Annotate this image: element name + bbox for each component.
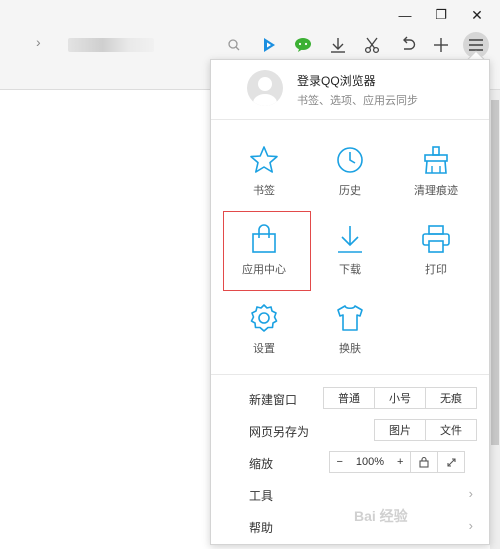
expand-icon bbox=[446, 457, 456, 467]
menu-item-label: 换肤 bbox=[339, 343, 361, 355]
toolbar: › bbox=[0, 30, 500, 60]
video-play-icon[interactable] bbox=[257, 33, 281, 57]
download-icon[interactable] bbox=[326, 33, 350, 57]
menu-item-bookmarks[interactable]: 书签 bbox=[221, 134, 307, 210]
save-page-label: 网页另存为 bbox=[249, 425, 310, 439]
address-chevron-icon[interactable]: › bbox=[36, 34, 41, 50]
minimize-button[interactable]: — bbox=[394, 4, 416, 26]
scrollbar-thumb[interactable] bbox=[491, 100, 499, 445]
menu-item-label: 历史 bbox=[339, 185, 361, 197]
lock-icon bbox=[419, 456, 429, 468]
menu-item-help[interactable]: 帮助 › bbox=[211, 511, 489, 543]
new-tab-plus-icon[interactable] bbox=[429, 33, 453, 57]
menu-item-settings[interactable]: 设置 bbox=[221, 292, 307, 368]
watermark: Bai 经验 bbox=[354, 508, 408, 524]
menu-item-downloads[interactable]: 下载 bbox=[307, 213, 393, 289]
printer-icon bbox=[422, 225, 450, 253]
save-as-image-button[interactable]: 图片 bbox=[374, 419, 426, 441]
wechat-icon[interactable] bbox=[291, 33, 315, 57]
menu-item-skin[interactable]: 换肤 bbox=[307, 292, 393, 368]
new-window-options: 普通 小号 无痕 bbox=[323, 387, 477, 409]
zoom-out-button[interactable]: − bbox=[336, 456, 342, 468]
zoom-row: 缩放 − 100% + bbox=[211, 447, 489, 479]
zoom-value: 100% bbox=[355, 456, 385, 468]
title-bar: — ❐ ✕ bbox=[0, 0, 500, 30]
new-window-incognito-button[interactable]: 无痕 bbox=[425, 387, 477, 409]
menu-divider bbox=[211, 374, 489, 375]
new-window-label: 新建窗口 bbox=[249, 393, 298, 407]
new-window-small-button[interactable]: 小号 bbox=[374, 387, 426, 409]
login-subtitle: 书签、选项、应用云同步 bbox=[297, 95, 418, 107]
new-window-normal-button[interactable]: 普通 bbox=[323, 387, 375, 409]
undo-icon[interactable] bbox=[396, 33, 420, 57]
search-icon[interactable] bbox=[222, 33, 246, 57]
avatar[interactable] bbox=[247, 70, 283, 106]
zoom-lock-button[interactable] bbox=[410, 451, 438, 473]
zoom-label: 缩放 bbox=[249, 457, 274, 471]
login-section[interactable]: 登录QQ浏览器 书签、选项、应用云同步 bbox=[211, 60, 489, 120]
menu-item-tools[interactable]: 工具 › bbox=[211, 479, 489, 511]
fullscreen-button[interactable] bbox=[437, 451, 465, 473]
save-as-file-button[interactable]: 文件 bbox=[425, 419, 477, 441]
clock-icon bbox=[337, 147, 363, 173]
address-text-blurred[interactable] bbox=[68, 38, 154, 52]
highlight-box bbox=[223, 211, 311, 291]
zoom-controls: − 100% + bbox=[329, 451, 465, 473]
menu-item-print[interactable]: 打印 bbox=[393, 213, 479, 289]
star-icon bbox=[250, 146, 278, 173]
chevron-right-icon: › bbox=[468, 486, 473, 501]
broom-icon bbox=[424, 146, 448, 174]
screenshot-scissors-icon[interactable] bbox=[360, 33, 384, 57]
help-label: 帮助 bbox=[249, 521, 274, 535]
main-menu: 登录QQ浏览器 书签、选项、应用云同步 书签 历史 清理痕迹 应用中心 下载 打… bbox=[210, 59, 490, 545]
menu-item-label: 下载 bbox=[339, 264, 361, 276]
maximize-button[interactable]: ❐ bbox=[430, 4, 452, 26]
menu-item-label: 设置 bbox=[253, 343, 275, 355]
menu-item-history[interactable]: 历史 bbox=[307, 134, 393, 210]
zoom-stepper: − 100% + bbox=[329, 451, 411, 473]
zoom-in-button[interactable]: + bbox=[397, 456, 403, 468]
new-window-row: 新建窗口 普通 小号 无痕 bbox=[211, 383, 489, 415]
save-page-row: 网页另存为 图片 文件 bbox=[211, 415, 489, 447]
gear-icon bbox=[250, 304, 278, 332]
menu-item-label: 书签 bbox=[253, 185, 275, 197]
login-title[interactable]: 登录QQ浏览器 bbox=[297, 72, 376, 89]
close-button[interactable]: ✕ bbox=[466, 4, 488, 26]
chevron-right-icon: › bbox=[468, 518, 473, 533]
download-icon bbox=[338, 226, 362, 253]
menu-item-label: 打印 bbox=[425, 264, 447, 276]
tools-label: 工具 bbox=[249, 489, 274, 503]
menu-item-label: 清理痕迹 bbox=[414, 185, 458, 197]
save-page-options: 图片 文件 bbox=[374, 419, 477, 441]
menu-item-clear-traces[interactable]: 清理痕迹 bbox=[393, 134, 479, 210]
shirt-icon bbox=[337, 305, 363, 331]
